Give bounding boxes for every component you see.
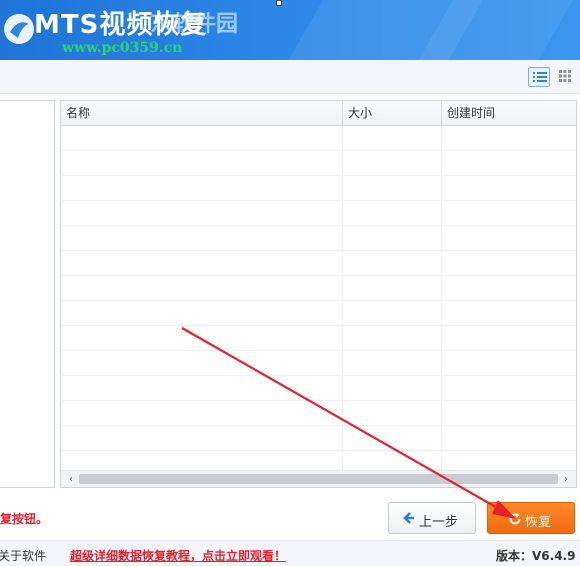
- table-row: [61, 126, 576, 151]
- table-header: 名称 大小 创建时间: [61, 101, 576, 126]
- refresh-icon: [509, 513, 521, 525]
- scrollbar-thumb[interactable]: [79, 474, 558, 484]
- arrow-left-icon: [403, 512, 414, 524]
- watermark-logo-icon: [4, 14, 34, 44]
- table-row: [61, 251, 576, 276]
- recover-button-label: 恢复: [525, 515, 552, 530]
- table-row: [61, 351, 576, 376]
- folder-tree-panel[interactable]: [0, 100, 55, 488]
- table-row: [61, 201, 576, 226]
- column-header-size[interactable]: 大小: [342, 101, 441, 125]
- list-view-button[interactable]: [528, 67, 550, 87]
- title-bar: MTS视频恢复 东软件园 www.pc0359.cn: [0, 0, 580, 60]
- status-bar: 关于软件 超级详细数据恢复教程，点击立即观看！ 版本：V6.4.9: [0, 540, 580, 566]
- instruction-hint: 复按钮。: [0, 512, 49, 526]
- watermark-url: www.pc0359.cn: [62, 40, 183, 56]
- table-row: [61, 376, 576, 401]
- grid-view-button[interactable]: [554, 67, 576, 87]
- horizontal-scrollbar[interactable]: ‹ ›: [61, 470, 576, 487]
- scroll-left-icon[interactable]: ‹: [63, 472, 79, 487]
- table-row: [61, 226, 576, 251]
- selection-handle: [276, 0, 282, 6]
- about-link[interactable]: 关于软件: [0, 547, 46, 564]
- table-row: [61, 151, 576, 176]
- watermark-text: 东软件园: [150, 12, 239, 37]
- table-row: [61, 176, 576, 201]
- table-body: [61, 126, 576, 476]
- column-divider: [342, 126, 343, 470]
- table-row: [61, 326, 576, 351]
- view-toolbar: [0, 60, 580, 94]
- back-button-label: 上一步: [419, 515, 459, 530]
- table-row: [61, 401, 576, 426]
- column-header-name[interactable]: 名称: [61, 101, 341, 125]
- back-button[interactable]: 上一步: [388, 502, 476, 534]
- list-view-icon: [533, 72, 547, 82]
- table-row: [61, 301, 576, 326]
- column-header-created-time[interactable]: 创建时间: [441, 101, 576, 125]
- scroll-right-icon[interactable]: ›: [558, 472, 574, 487]
- table-row: [61, 426, 576, 451]
- version-label: 版本：V6.4.9: [496, 549, 576, 563]
- recover-button[interactable]: 恢复: [487, 502, 575, 534]
- column-divider: [441, 126, 442, 470]
- file-list-table[interactable]: 名称 大小 创建时间 ‹ ›: [60, 100, 577, 488]
- tutorial-link[interactable]: 超级详细数据恢复教程，点击立即观看！: [70, 547, 286, 564]
- table-row: [61, 276, 576, 301]
- grid-view-icon: [559, 70, 571, 82]
